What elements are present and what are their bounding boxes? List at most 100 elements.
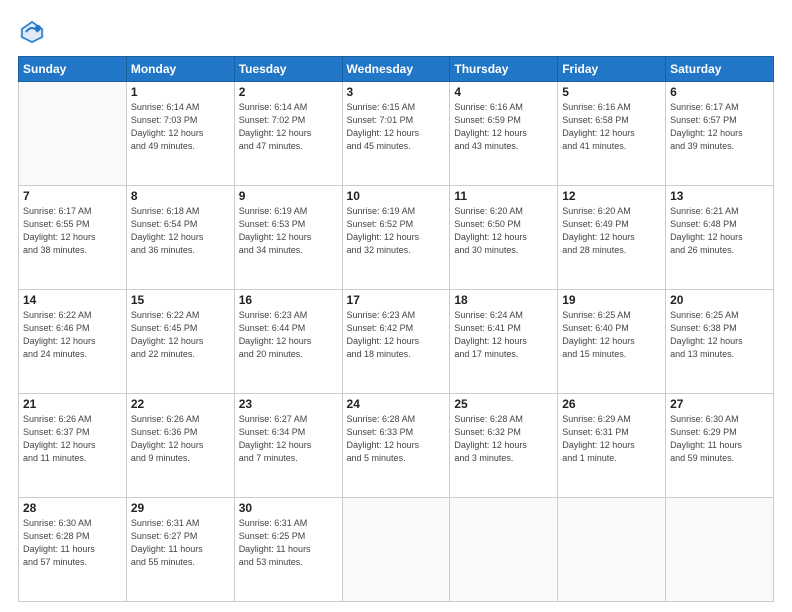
day-info: Sunrise: 6:14 AM Sunset: 7:02 PM Dayligh… xyxy=(239,101,338,153)
calendar-cell xyxy=(19,82,127,186)
calendar-cell: 6 Sunrise: 6:17 AM Sunset: 6:57 PM Daylig… xyxy=(666,82,774,186)
day-info: Sunrise: 6:28 AM Sunset: 6:32 PM Dayligh… xyxy=(454,413,553,465)
day-number: 24 xyxy=(347,397,446,411)
day-info: Sunrise: 6:16 AM Sunset: 6:59 PM Dayligh… xyxy=(454,101,553,153)
calendar-cell xyxy=(450,498,558,602)
calendar-cell: 12 Sunrise: 6:20 AM Sunset: 6:49 PM Dayli… xyxy=(558,186,666,290)
day-info: Sunrise: 6:23 AM Sunset: 6:42 PM Dayligh… xyxy=(347,309,446,361)
day-info: Sunrise: 6:30 AM Sunset: 6:29 PM Dayligh… xyxy=(670,413,769,465)
day-number: 10 xyxy=(347,189,446,203)
calendar-cell: 22 Sunrise: 6:26 AM Sunset: 6:36 PM Dayli… xyxy=(126,394,234,498)
weekday-header-sunday: Sunday xyxy=(19,57,127,82)
day-info: Sunrise: 6:19 AM Sunset: 6:52 PM Dayligh… xyxy=(347,205,446,257)
day-info: Sunrise: 6:20 AM Sunset: 6:50 PM Dayligh… xyxy=(454,205,553,257)
day-info: Sunrise: 6:26 AM Sunset: 6:37 PM Dayligh… xyxy=(23,413,122,465)
header xyxy=(18,18,774,46)
calendar-cell: 4 Sunrise: 6:16 AM Sunset: 6:59 PM Daylig… xyxy=(450,82,558,186)
day-number: 2 xyxy=(239,85,338,99)
day-info: Sunrise: 6:17 AM Sunset: 6:57 PM Dayligh… xyxy=(670,101,769,153)
calendar-cell: 9 Sunrise: 6:19 AM Sunset: 6:53 PM Daylig… xyxy=(234,186,342,290)
calendar-table: SundayMondayTuesdayWednesdayThursdayFrid… xyxy=(18,56,774,602)
day-info: Sunrise: 6:24 AM Sunset: 6:41 PM Dayligh… xyxy=(454,309,553,361)
day-info: Sunrise: 6:15 AM Sunset: 7:01 PM Dayligh… xyxy=(347,101,446,153)
page: SundayMondayTuesdayWednesdayThursdayFrid… xyxy=(0,0,792,612)
day-number: 27 xyxy=(670,397,769,411)
weekday-header-monday: Monday xyxy=(126,57,234,82)
calendar-week-2: 7Sunrise: 6:17 AM Sunset: 6:55 PM Daylig… xyxy=(19,186,774,290)
day-info: Sunrise: 6:18 AM Sunset: 6:54 PM Dayligh… xyxy=(131,205,230,257)
day-info: Sunrise: 6:21 AM Sunset: 6:48 PM Dayligh… xyxy=(670,205,769,257)
day-info: Sunrise: 6:17 AM Sunset: 6:55 PM Dayligh… xyxy=(23,205,122,257)
day-info: Sunrise: 6:22 AM Sunset: 6:46 PM Dayligh… xyxy=(23,309,122,361)
day-info: Sunrise: 6:19 AM Sunset: 6:53 PM Dayligh… xyxy=(239,205,338,257)
calendar-cell: 30Sunrise: 6:31 AM Sunset: 6:25 PM Dayli… xyxy=(234,498,342,602)
day-number: 28 xyxy=(23,501,122,515)
weekday-header-thursday: Thursday xyxy=(450,57,558,82)
day-number: 9 xyxy=(239,189,338,203)
calendar-cell: 10 Sunrise: 6:19 AM Sunset: 6:52 PM Dayli… xyxy=(342,186,450,290)
calendar-week-1: 1 Sunrise: 6:14 AM Sunset: 7:03 PM Daylig… xyxy=(19,82,774,186)
day-info: Sunrise: 6:30 AM Sunset: 6:28 PM Dayligh… xyxy=(23,517,122,569)
calendar-cell xyxy=(342,498,450,602)
calendar-cell: 11 Sunrise: 6:20 AM Sunset: 6:50 PM Dayli… xyxy=(450,186,558,290)
day-number: 1 xyxy=(131,85,230,99)
calendar-cell: 16 Sunrise: 6:23 AM Sunset: 6:44 PM Dayli… xyxy=(234,290,342,394)
calendar-cell: 7Sunrise: 6:17 AM Sunset: 6:55 PM Daylig… xyxy=(19,186,127,290)
day-info: Sunrise: 6:16 AM Sunset: 6:58 PM Dayligh… xyxy=(562,101,661,153)
day-info: Sunrise: 6:31 AM Sunset: 6:27 PM Dayligh… xyxy=(131,517,230,569)
day-info: Sunrise: 6:23 AM Sunset: 6:44 PM Dayligh… xyxy=(239,309,338,361)
calendar-week-4: 21 Sunrise: 6:26 AM Sunset: 6:37 PM Dayli… xyxy=(19,394,774,498)
day-info: Sunrise: 6:27 AM Sunset: 6:34 PM Dayligh… xyxy=(239,413,338,465)
weekday-header-tuesday: Tuesday xyxy=(234,57,342,82)
day-info: Sunrise: 6:31 AM Sunset: 6:25 PM Dayligh… xyxy=(239,517,338,569)
weekday-header-saturday: Saturday xyxy=(666,57,774,82)
day-number: 6 xyxy=(670,85,769,99)
calendar-cell: 8 Sunrise: 6:18 AM Sunset: 6:54 PM Daylig… xyxy=(126,186,234,290)
day-number: 16 xyxy=(239,293,338,307)
calendar-cell: 27 Sunrise: 6:30 AM Sunset: 6:29 PM Dayli… xyxy=(666,394,774,498)
calendar-cell: 15Sunrise: 6:22 AM Sunset: 6:45 PM Dayli… xyxy=(126,290,234,394)
day-info: Sunrise: 6:20 AM Sunset: 6:49 PM Dayligh… xyxy=(562,205,661,257)
calendar-cell: 13 Sunrise: 6:21 AM Sunset: 6:48 PM Dayli… xyxy=(666,186,774,290)
calendar-cell: 21 Sunrise: 6:26 AM Sunset: 6:37 PM Dayli… xyxy=(19,394,127,498)
day-info: Sunrise: 6:26 AM Sunset: 6:36 PM Dayligh… xyxy=(131,413,230,465)
day-number: 11 xyxy=(454,189,553,203)
calendar-cell xyxy=(666,498,774,602)
day-number: 18 xyxy=(454,293,553,307)
day-number: 22 xyxy=(131,397,230,411)
day-number: 21 xyxy=(23,397,122,411)
calendar-cell: 25Sunrise: 6:28 AM Sunset: 6:32 PM Dayli… xyxy=(450,394,558,498)
day-info: Sunrise: 6:29 AM Sunset: 6:31 PM Dayligh… xyxy=(562,413,661,465)
calendar-cell: 18 Sunrise: 6:24 AM Sunset: 6:41 PM Dayli… xyxy=(450,290,558,394)
day-number: 26 xyxy=(562,397,661,411)
weekday-header-wednesday: Wednesday xyxy=(342,57,450,82)
day-number: 3 xyxy=(347,85,446,99)
day-number: 19 xyxy=(562,293,661,307)
day-number: 13 xyxy=(670,189,769,203)
day-number: 17 xyxy=(347,293,446,307)
weekday-header-friday: Friday xyxy=(558,57,666,82)
calendar-cell: 23 Sunrise: 6:27 AM Sunset: 6:34 PM Dayli… xyxy=(234,394,342,498)
calendar-cell: 3 Sunrise: 6:15 AM Sunset: 7:01 PM Daylig… xyxy=(342,82,450,186)
day-number: 12 xyxy=(562,189,661,203)
calendar-week-3: 14 Sunrise: 6:22 AM Sunset: 6:46 PM Dayli… xyxy=(19,290,774,394)
calendar-cell: 24 Sunrise: 6:28 AM Sunset: 6:33 PM Dayli… xyxy=(342,394,450,498)
day-info: Sunrise: 6:14 AM Sunset: 7:03 PM Dayligh… xyxy=(131,101,230,153)
calendar-cell: 26 Sunrise: 6:29 AM Sunset: 6:31 PM Dayli… xyxy=(558,394,666,498)
day-number: 4 xyxy=(454,85,553,99)
calendar-cell: 19Sunrise: 6:25 AM Sunset: 6:40 PM Dayli… xyxy=(558,290,666,394)
day-info: Sunrise: 6:28 AM Sunset: 6:33 PM Dayligh… xyxy=(347,413,446,465)
logo-icon xyxy=(18,18,46,46)
day-number: 23 xyxy=(239,397,338,411)
calendar-cell: 29 Sunrise: 6:31 AM Sunset: 6:27 PM Dayli… xyxy=(126,498,234,602)
day-number: 29 xyxy=(131,501,230,515)
calendar-cell: 20Sunrise: 6:25 AM Sunset: 6:38 PM Dayli… xyxy=(666,290,774,394)
calendar-cell: 28 Sunrise: 6:30 AM Sunset: 6:28 PM Dayli… xyxy=(19,498,127,602)
day-number: 14 xyxy=(23,293,122,307)
calendar-cell: 1 Sunrise: 6:14 AM Sunset: 7:03 PM Daylig… xyxy=(126,82,234,186)
day-number: 8 xyxy=(131,189,230,203)
calendar-cell: 17 Sunrise: 6:23 AM Sunset: 6:42 PM Dayli… xyxy=(342,290,450,394)
day-number: 20 xyxy=(670,293,769,307)
logo xyxy=(18,18,50,46)
weekday-header-row: SundayMondayTuesdayWednesdayThursdayFrid… xyxy=(19,57,774,82)
